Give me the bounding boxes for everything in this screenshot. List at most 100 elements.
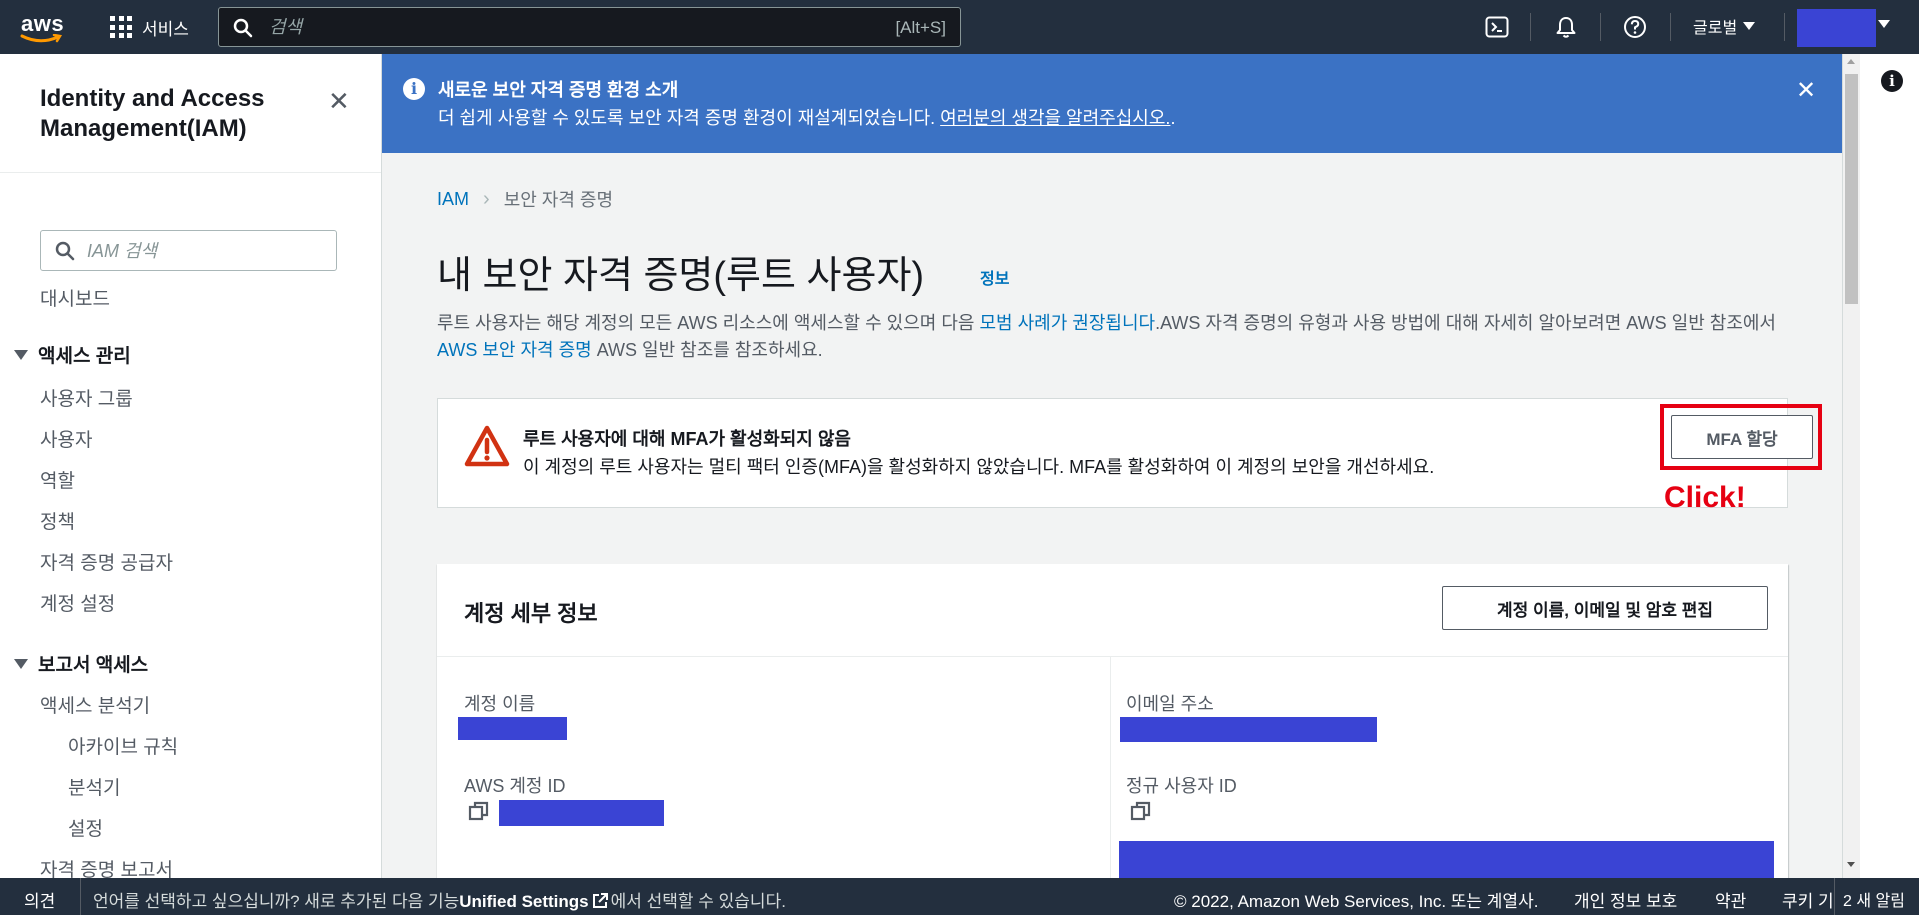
- scroll-up-icon[interactable]: [1847, 59, 1855, 64]
- region-selector[interactable]: 글로벌: [1693, 14, 1756, 38]
- sidebar-item-dashboard[interactable]: 대시보드: [40, 284, 110, 311]
- privacy-link[interactable]: 개인 정보 보호: [1574, 887, 1677, 912]
- account-id-label: AWS 계정 ID: [464, 776, 566, 796]
- copy-icon[interactable]: [1130, 800, 1152, 822]
- services-grid-icon: [110, 16, 132, 38]
- caret-down-icon: [1743, 22, 1756, 30]
- sidebar-item-settings[interactable]: 설정: [68, 814, 103, 841]
- external-link-icon: [592, 893, 608, 908]
- close-flash-icon[interactable]: ✕: [1796, 76, 1816, 105]
- click-annotation: Click!: [1664, 481, 1746, 514]
- breadcrumb: IAM › 보안 자격 증명: [437, 186, 613, 212]
- card-header: 계정 세부 정보 계정 이름, 이메일 및 암호 편집: [437, 564, 1788, 657]
- aws-security-credentials-link[interactable]: AWS 보안 자격 증명: [437, 340, 592, 360]
- flash-body-suffix: .: [1170, 108, 1176, 128]
- feedback-link[interactable]: 의견: [24, 887, 55, 912]
- sidebar-item-analyzers[interactable]: 분석기: [68, 773, 120, 800]
- chevron-right-icon: ›: [483, 187, 490, 210]
- edit-account-button[interactable]: 계정 이름, 이메일 및 암호 편집: [1442, 586, 1768, 630]
- global-search-input[interactable]: [269, 14, 769, 40]
- flash-body-text: 더 쉽게 사용할 수 있도록 보안 자격 증명 환경이 재설계되었습니다.: [438, 108, 941, 128]
- help-panel-info-icon[interactable]: i: [1881, 70, 1903, 92]
- account-id-value-redacted: [499, 800, 664, 826]
- terms-link[interactable]: 약관: [1715, 887, 1746, 912]
- sidebar-section-label: 액세스 관리: [38, 346, 131, 367]
- cloudshell-icon[interactable]: [1484, 14, 1510, 40]
- canonical-user-id-label: 정규 사용자 ID: [1126, 776, 1237, 796]
- language-hint: 언어를 선택하고 싶으십니까? 새로 추가된 다음 기능Unified Sett…: [93, 887, 786, 912]
- aws-logo[interactable]: aws: [18, 9, 68, 45]
- search-icon: [233, 18, 253, 38]
- top-navigation: aws 서비스 [Alt+S] 글로벌: [0, 0, 1919, 54]
- alert-title: 루트 사용자에 대해 MFA가 활성화되지 않음: [523, 429, 851, 449]
- flash-body: 더 쉽게 사용할 수 있도록 보안 자격 증명 환경이 재설계되었습니다. 여러…: [438, 104, 1175, 130]
- global-search[interactable]: [Alt+S]: [218, 7, 961, 47]
- region-label: 글로벌: [1693, 20, 1738, 37]
- breadcrumb-iam[interactable]: IAM: [437, 189, 469, 210]
- card-title: 계정 세부 정보: [464, 601, 598, 626]
- language-hint-text-2: 에서 선택할 수 있습니다.: [610, 892, 786, 911]
- sidebar-section-label: 보고서 액세스: [38, 655, 149, 676]
- iam-search-input[interactable]: [87, 239, 317, 263]
- account-details-card: 계정 세부 정보 계정 이름, 이메일 및 암호 편집 계정 이름 AWS 계정…: [437, 564, 1788, 878]
- scrollbar-thumb[interactable]: [1845, 74, 1858, 304]
- sidebar-item-users[interactable]: 사용자: [40, 425, 92, 452]
- unified-settings-link[interactable]: Unified Settings: [459, 892, 588, 911]
- info-flashbar: i 새로운 보안 자격 증명 환경 소개 더 쉽게 사용할 수 있도록 보안 자…: [382, 54, 1842, 153]
- services-label: 서비스: [142, 19, 189, 39]
- sidebar-item-roles[interactable]: 역할: [40, 466, 75, 493]
- scroll-down-icon[interactable]: [1847, 862, 1855, 867]
- sidebar-title: Identity and Access Management(IAM): [40, 85, 265, 142]
- warning-triangle-icon: [464, 425, 510, 467]
- notifications-bell-icon[interactable]: [1553, 14, 1579, 40]
- account-name-label: 계정 이름: [464, 694, 536, 714]
- main-scrollbar[interactable]: [1843, 54, 1860, 878]
- new-notifications-badge[interactable]: 2 새 알림: [1834, 878, 1919, 915]
- sidebar-section-access-management[interactable]: 액세스 관리: [14, 341, 131, 368]
- iam-sidebar: Identity and Access Management(IAM) ✕ 대시…: [0, 54, 382, 878]
- iam-search[interactable]: [40, 230, 337, 271]
- sidebar-section-access-reports[interactable]: 보고서 액세스: [14, 650, 148, 677]
- right-tools-rail: i: [1842, 54, 1919, 878]
- search-shortcut-hint: [Alt+S]: [895, 18, 946, 37]
- desc-text-3: AWS 일반 참조를 참조하세요.: [591, 340, 823, 360]
- sidebar-item-identity-providers[interactable]: 자격 증명 공급자: [40, 548, 173, 575]
- search-icon: [55, 241, 75, 261]
- sidebar-item-credential-report[interactable]: 자격 증명 보고서: [40, 855, 173, 878]
- sidebar-item-policies[interactable]: 정책: [40, 507, 75, 534]
- caret-down-icon: [14, 349, 28, 360]
- language-hint-text: 언어를 선택하고 싶으십니까? 새로 추가된 다음 기능: [93, 892, 460, 911]
- feedback-link[interactable]: 여러분의 생각을 알려주십시오.: [940, 108, 1170, 128]
- info-icon: i: [403, 78, 425, 100]
- console-footer: 의견 언어를 선택하고 싶으십니까? 새로 추가된 다음 기능Unified S…: [0, 878, 1919, 915]
- account-menu-redacted[interactable]: [1797, 9, 1876, 47]
- sidebar-item-access-analyzer[interactable]: 액세스 분석기: [40, 691, 150, 718]
- page-description: 루트 사용자는 해당 계정의 모든 AWS 리소스에 액세스할 수 있으며 다음…: [437, 310, 1787, 364]
- page-title: 내 보안 자격 증명(루트 사용자): [437, 255, 925, 297]
- desc-text-2: .AWS 자격 증명의 유형과 사용 방법에 대해 자세히 알아보려면 AWS …: [1155, 313, 1776, 333]
- close-sidebar-icon[interactable]: ✕: [328, 86, 350, 117]
- sidebar-item-account-settings[interactable]: 계정 설정: [40, 589, 115, 616]
- services-menu[interactable]: 서비스: [110, 12, 189, 42]
- best-practices-link[interactable]: 모범 사례가 권장됩니다: [979, 313, 1155, 333]
- cookie-preferences-link[interactable]: 쿠키 기: [1782, 887, 1834, 912]
- account-name-value-redacted: [458, 717, 567, 740]
- main-content: i 새로운 보안 자격 증명 환경 소개 더 쉽게 사용할 수 있도록 보안 자…: [382, 54, 1842, 878]
- email-label: 이메일 주소: [1126, 694, 1214, 714]
- sidebar-item-user-groups[interactable]: 사용자 그룹: [40, 384, 133, 411]
- info-link[interactable]: 정보: [980, 265, 1009, 289]
- breadcrumb-current: 보안 자격 증명: [503, 190, 614, 210]
- account-caret-down-icon[interactable]: [1878, 20, 1890, 28]
- desc-text-1: 루트 사용자는 해당 계정의 모든 AWS 리소스에 액세스할 수 있으며 다음: [437, 313, 980, 333]
- flash-title: 새로운 보안 자격 증명 환경 소개: [438, 80, 679, 100]
- email-value-redacted: [1120, 717, 1377, 742]
- assign-mfa-button[interactable]: MFA 할당: [1671, 415, 1813, 459]
- copyright-text: © 2022, Amazon Web Services, Inc. 또는 계열사…: [1174, 892, 1539, 911]
- caret-down-icon: [14, 658, 28, 669]
- help-icon[interactable]: [1622, 14, 1648, 40]
- canonical-user-id-value-redacted: [1119, 841, 1774, 878]
- mfa-warning-alert: 루트 사용자에 대해 MFA가 활성화되지 않음 이 계정의 루트 사용자는 멀…: [437, 398, 1822, 514]
- sidebar-item-archive-rules[interactable]: 아카이브 규칙: [68, 732, 178, 759]
- alert-body: 이 계정의 루트 사용자는 멀티 팩터 인증(MFA)을 활성화하지 않았습니다…: [523, 457, 1435, 477]
- copy-icon[interactable]: [468, 800, 490, 822]
